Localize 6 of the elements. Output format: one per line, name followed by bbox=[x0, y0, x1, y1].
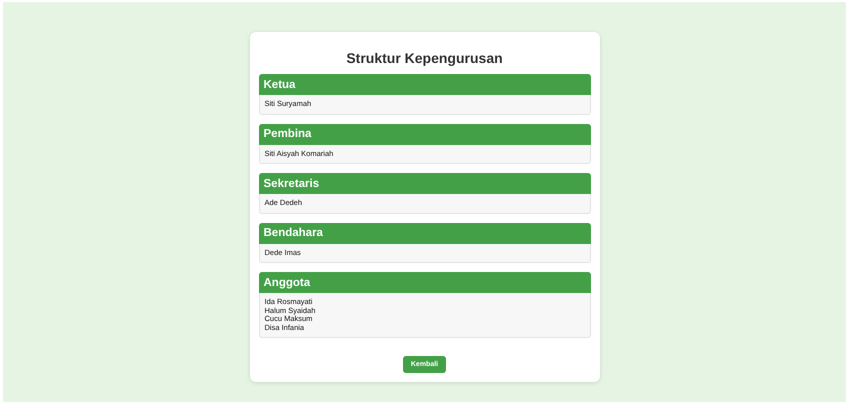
section-header: Anggota bbox=[258, 272, 590, 293]
section-header: Pembina bbox=[258, 124, 590, 144]
page-title: Struktur Kepengurusan bbox=[345, 50, 504, 66]
section-header: Bendahara bbox=[258, 222, 590, 244]
section-header: Sekretaris bbox=[258, 173, 590, 194]
section-header: Ketua bbox=[258, 74, 590, 95]
